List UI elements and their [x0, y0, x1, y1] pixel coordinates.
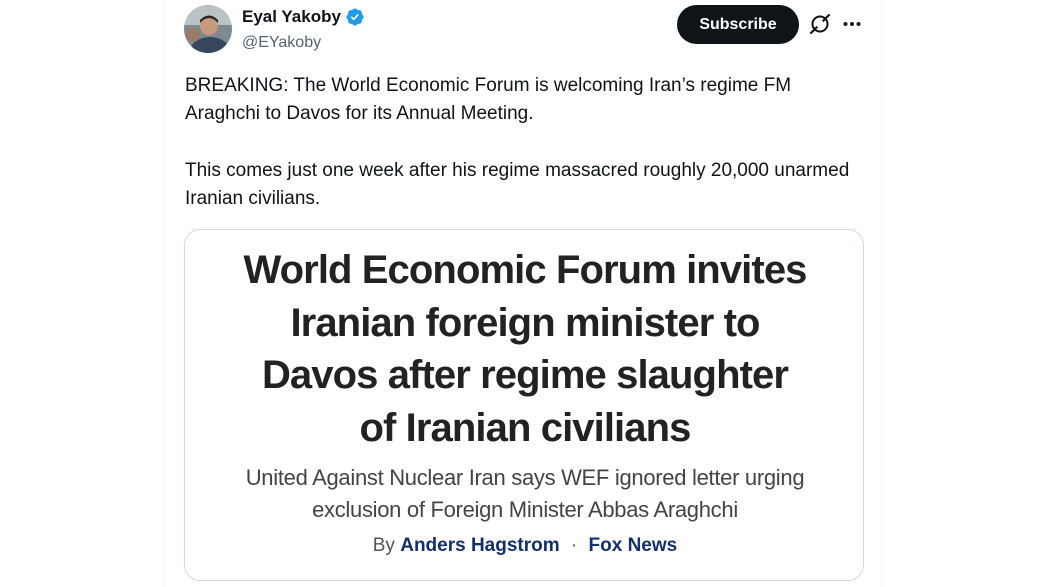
author-name-row[interactable]: Eyal Yakoby	[242, 7, 365, 27]
grok-icon[interactable]	[808, 12, 832, 36]
tweet-paragraph: BREAKING: The World Economic Forum is we…	[185, 75, 792, 124]
tweet-text: BREAKING: The World Economic Forum is we…	[185, 72, 855, 213]
subscribe-button[interactable]: Subscribe	[677, 5, 799, 44]
card-subheadline: United Against Nuclear Iran says WEF ign…	[215, 462, 835, 526]
byline-separator: ·	[570, 535, 578, 556]
headline-line: Davos after regime slaughter	[261, 353, 789, 397]
verified-badge-icon	[345, 7, 365, 27]
card-byline: By Anders Hagstrom · Fox News	[185, 535, 863, 557]
avatar[interactable]	[184, 5, 232, 53]
more-options-icon[interactable]	[840, 12, 864, 36]
card-headline: World Economic Forum invites Iranian for…	[185, 244, 863, 454]
byline-prefix: By	[372, 535, 395, 556]
author-name[interactable]: Eyal Yakoby	[242, 7, 341, 27]
subhead-line: United Against Nuclear Iran says WEF ign…	[245, 465, 805, 490]
headline-line: of Iranian civilians	[359, 405, 691, 450]
article-card[interactable]: World Economic Forum invites Iranian for…	[184, 229, 864, 581]
byline-outlet-link[interactable]: Fox News	[589, 535, 678, 556]
subhead-line: exclusion of Foreign Minister Abbas Arag…	[312, 497, 738, 522]
byline-author-link[interactable]: Anders Hagstrom	[400, 535, 559, 556]
avatar-image	[184, 5, 232, 53]
headline-line: World Economic Forum invites	[243, 248, 807, 292]
author-handle[interactable]: @EYakoby	[242, 33, 321, 53]
tweet-paragraph: This comes just one week after his regim…	[185, 160, 850, 209]
headline-line: Iranian foreign minister to	[290, 300, 760, 345]
